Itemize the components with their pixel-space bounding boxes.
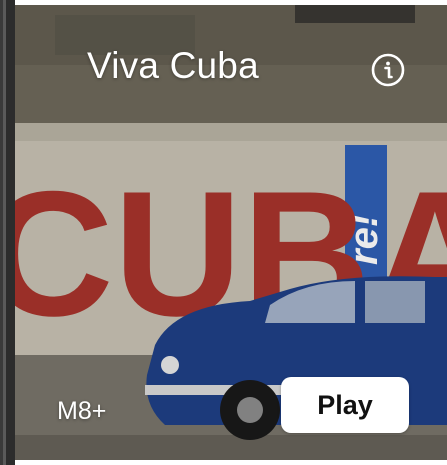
adjacent-tile-edge [0,0,15,465]
age-rating-label: M8+ [57,397,107,425]
movie-tile[interactable]: re! CUBA Viva Cuba M8+ Play [15,5,447,460]
info-button[interactable] [370,52,406,88]
play-button[interactable]: Play [281,377,409,433]
info-circle-icon [371,53,405,87]
tile-title: Viva Cuba [87,45,259,86]
